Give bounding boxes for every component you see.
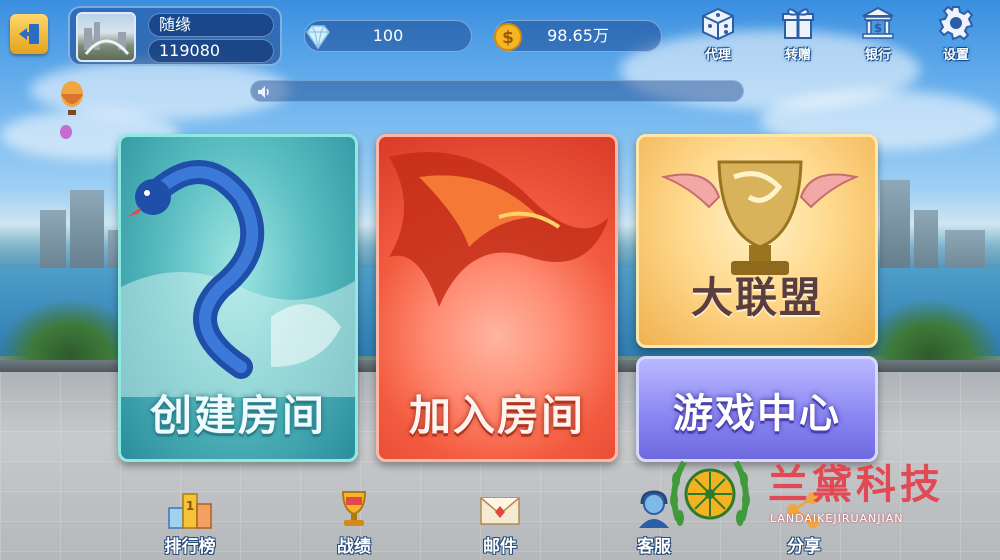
create-room-card[interactable]: 创建房间 bbox=[118, 134, 358, 462]
gold-amount: 98.65万 bbox=[547, 26, 609, 45]
watermark-logo bbox=[670, 460, 750, 526]
announcement-bar[interactable] bbox=[250, 80, 744, 102]
svg-text:$: $ bbox=[874, 21, 882, 35]
gold-counter[interactable]: $ 98.65万 bbox=[494, 20, 662, 52]
gift-label: 转赠 bbox=[784, 48, 811, 63]
exit-icon bbox=[19, 24, 39, 44]
nav-mail[interactable]: 邮件 bbox=[460, 488, 540, 557]
nav-record-label: 战绩 bbox=[337, 537, 371, 557]
nav-mail-label: 邮件 bbox=[483, 537, 517, 557]
watermark-subtitle: LANDAIKEJIRUANJIAN bbox=[770, 512, 904, 525]
gear-icon bbox=[938, 5, 974, 41]
join-room-title: 加入房间 bbox=[408, 391, 585, 440]
nav-share-label: 分享 bbox=[787, 537, 821, 557]
gift-icon bbox=[782, 8, 814, 39]
player-name: 随缘 bbox=[148, 13, 274, 37]
watermark-title: 兰黛科技 bbox=[768, 461, 944, 508]
agent-button[interactable]: 代理 bbox=[690, 4, 746, 66]
dragon-illustration bbox=[121, 160, 355, 397]
league-card[interactable]: 大联盟 bbox=[636, 134, 878, 348]
bank-icon: $ bbox=[862, 6, 894, 39]
join-room-card[interactable]: 加入房间 bbox=[376, 134, 618, 462]
create-room-title: 创建房间 bbox=[149, 391, 326, 440]
game-center-card[interactable]: 游戏中心 bbox=[636, 356, 878, 462]
svg-text:$: $ bbox=[502, 28, 514, 48]
bank-label: 银行 bbox=[864, 48, 891, 63]
settings-label: 设置 bbox=[942, 48, 969, 63]
nav-rank[interactable]: 1 排行榜 bbox=[150, 488, 230, 557]
player-id: 119080 bbox=[148, 39, 274, 63]
nav-record[interactable]: 战绩 bbox=[314, 488, 394, 557]
league-title: 大联盟 bbox=[690, 273, 823, 322]
trophy-podium-icon: 1 bbox=[168, 493, 212, 529]
speaker-icon bbox=[258, 86, 269, 98]
settings-button[interactable]: 设置 bbox=[928, 4, 984, 66]
agent-label: 代理 bbox=[704, 48, 731, 63]
dice-icon bbox=[702, 7, 734, 41]
svg-text:1: 1 bbox=[186, 499, 194, 513]
nav-rank-label: 排行榜 bbox=[164, 537, 216, 557]
game-center-title: 游戏中心 bbox=[673, 391, 841, 437]
phoenix-illustration bbox=[389, 152, 609, 307]
gift-button[interactable]: 转赠 bbox=[770, 4, 826, 66]
medal-trophy-icon bbox=[341, 491, 367, 526]
avatar[interactable] bbox=[76, 12, 136, 62]
gold-coin-icon: $ bbox=[494, 23, 522, 51]
bank-button[interactable]: $ 银行 bbox=[850, 4, 906, 66]
diamond-counter[interactable]: 100 bbox=[304, 20, 472, 52]
hot-air-balloon-icon bbox=[60, 81, 83, 139]
exit-button[interactable] bbox=[10, 14, 48, 54]
diamond-count: 100 bbox=[372, 26, 404, 45]
player-profile-panel[interactable]: 随缘 119080 bbox=[68, 6, 282, 66]
diamond-icon bbox=[306, 25, 330, 50]
envelope-icon bbox=[480, 497, 520, 525]
